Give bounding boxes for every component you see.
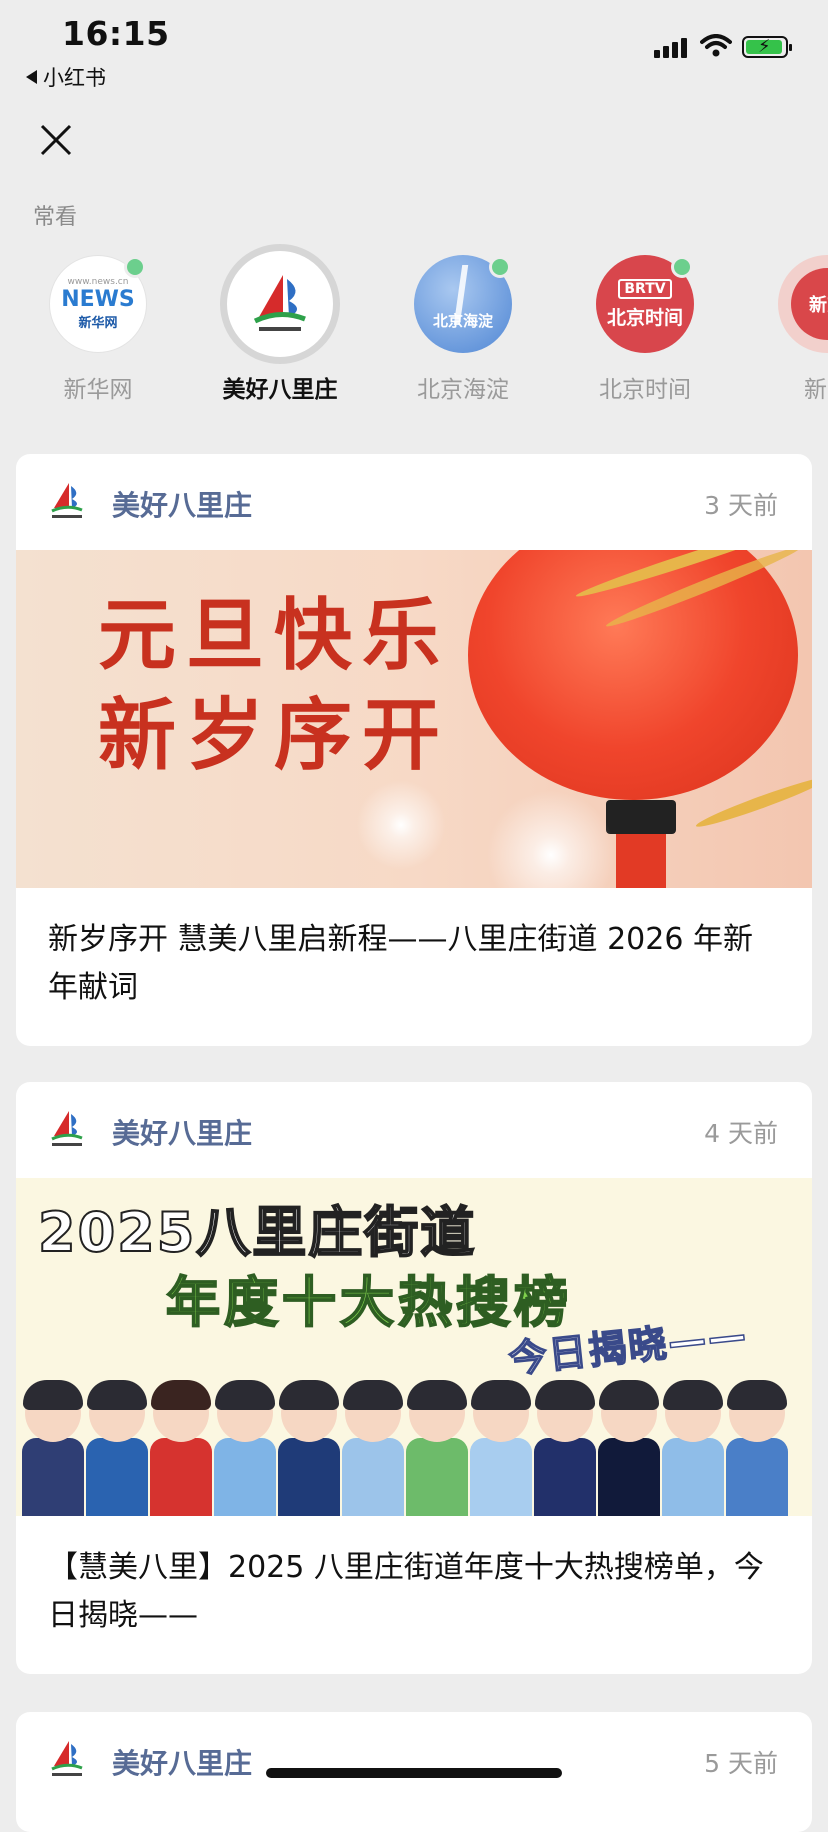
card-title[interactable]: 新岁序开 慧美八里启新程——八里庄街道 2026 年新年献词 [16,888,812,1046]
frequent-item-haidian[interactable]: 北京海淀 北京海淀 [383,244,543,404]
banner-line: 2025八里庄街道 [37,1200,477,1265]
status-bar: 16:15 小红书 ⚡ [0,0,828,96]
frequent-item-brtv[interactable]: BRTV 北京时间 北京时间 [565,244,725,404]
home-indicator[interactable] [266,1768,562,1778]
online-dot [489,256,511,278]
card-header: 美好八里庄 5 天前 [16,1712,812,1808]
frequent-label: 新华网 [63,377,133,403]
status-time: 16:15 [62,14,170,53]
card-source-name[interactable]: 美好八里庄 [112,1742,252,1782]
card-source-name[interactable]: 美好八里庄 [112,1112,252,1152]
banner-headline: 元旦快乐 新岁序开 [98,590,451,781]
frequent-item-xinhua[interactable]: www.news.cn NEWS 新华网 新华网 [18,244,178,404]
back-app-label: 小红书 [43,66,106,90]
frequent-label: 北京海淀 [417,377,509,403]
frequent-label: 新京 [804,377,828,403]
article-banner-image[interactable]: 元旦快乐 新岁序开 [16,550,812,888]
online-dot [124,256,146,278]
frequent-accounts-row: www.news.cn NEWS 新华网 新华网 美好八里庄 北京海淀 北京海淀… [0,244,828,414]
battery-icon: ⚡ [742,36,792,58]
bali-logo-icon [51,1111,83,1146]
back-triangle-icon [26,70,37,84]
frequent-item-xinjing[interactable]: 新京 新京 [747,244,828,404]
card-header: 美好八里庄 4 天前 [16,1082,812,1178]
xinjing-avatar: 新京 [778,255,828,353]
cartoon-people-illustration [16,1368,812,1516]
card-title[interactable]: 【慧美八里】2025 八里庄街道年度十大热搜榜单，今日揭晓—— [16,1516,812,1674]
bali-logo-icon [253,275,306,331]
close-icon[interactable] [36,120,76,160]
banner-line: 年度十大热搜榜 [165,1270,572,1335]
frequent-section-label: 常看 [33,205,78,230]
card-time: 4 天前 [704,1119,778,1148]
wifi-icon [700,34,732,57]
back-to-app-link[interactable]: 小红书 [26,62,106,92]
bali-logo-icon [51,483,83,518]
online-dot [671,256,693,278]
bali-logo-icon [51,1741,83,1776]
article-banner-image[interactable]: 2025八里庄街道 年度十大热搜榜 今日揭晓—— [16,1178,812,1516]
article-card[interactable]: 美好八里庄 3 天前 元旦快乐 新岁序开 新岁序开 慧美八里启新程——八里庄街道… [16,454,812,1046]
cellular-signal-icon [654,38,687,58]
bali-avatar [220,244,340,364]
card-time: 3 天前 [704,491,778,520]
article-card[interactable]: 美好八里庄 4 天前 2025八里庄街道 年度十大热搜榜 今日揭晓—— 【慧美八… [16,1082,812,1674]
frequent-item-bali[interactable]: 美好八里庄 [200,244,360,404]
card-time: 5 天前 [704,1749,778,1778]
frequent-label: 美好八里庄 [222,377,338,403]
card-header: 美好八里庄 3 天前 [16,454,812,550]
frequent-label: 北京时间 [599,377,691,403]
card-source-name[interactable]: 美好八里庄 [112,484,252,524]
lantern-decoration [468,550,798,800]
